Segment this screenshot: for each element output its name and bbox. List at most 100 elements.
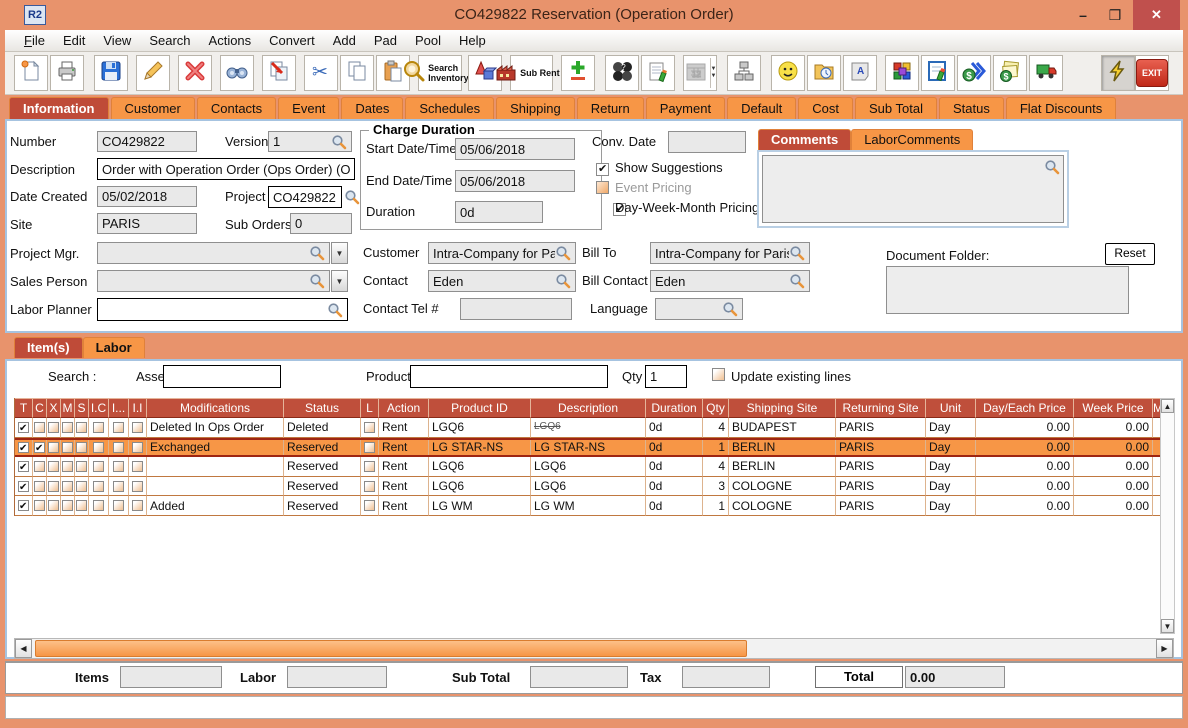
cell-idot[interactable] [109,437,129,458]
cell-shipping_site[interactable]: BERLIN [729,437,836,458]
cell-l[interactable] [361,457,379,477]
t-checkbox[interactable] [18,498,29,515]
cell-ii[interactable] [129,496,147,516]
ic-checkbox[interactable] [93,480,104,492]
cell-m[interactable] [61,476,75,497]
grid-row-4[interactable]: Reserved Rent LGQ6 LGQ6 0d 3 COLOGNE PARIS Day 0.… [15,476,1160,497]
cell-week_price[interactable]: 0.00 [1074,457,1153,477]
column-header-action[interactable]: Action [379,398,429,418]
cell-unit[interactable]: Day [926,496,976,516]
idot-checkbox[interactable] [113,460,124,472]
sales-person-field[interactable] [97,270,330,292]
cell-shipping_site[interactable]: COLOGNE [729,496,836,516]
save-button[interactable] [94,55,128,91]
project-mgr-field[interactable] [97,242,330,264]
folder-clock-button[interactable] [807,55,841,91]
column-header-qty[interactable]: Qty [703,398,729,418]
dropdown-arrows-icon[interactable]: ▼▼ [709,58,716,88]
cell-status[interactable]: Reserved [284,457,361,477]
cell-shipping_site[interactable]: COLOGNE [729,476,836,497]
column-header-day_price[interactable]: Day/Each Price [976,398,1074,418]
duration-field[interactable]: 0d [455,201,543,223]
cell-t[interactable] [15,418,33,438]
ii-checkbox[interactable] [132,500,143,512]
cell-month_price[interactable] [1153,457,1160,477]
start-date-field[interactable]: 05/06/2018 [455,138,575,160]
cell-product_id[interactable]: LG STAR-NS [429,437,531,458]
cell-idot[interactable] [109,476,129,497]
cell-qty[interactable]: 3 [703,476,729,497]
project-mgr-dropdown-button[interactable]: ▼ [331,242,348,264]
product-search-input[interactable] [410,365,608,388]
cell-week_price[interactable]: 0.00 [1074,418,1153,438]
ii-checkbox[interactable] [132,460,143,472]
language-field[interactable] [655,298,743,320]
cell-l[interactable] [361,476,379,497]
cell-duration[interactable]: 0d [646,457,703,477]
column-header-idot[interactable]: I... [109,398,129,418]
show-suggestions-checkbox[interactable] [596,162,609,177]
cell-day_price[interactable]: 0.00 [976,418,1074,438]
cell-c[interactable] [33,437,47,458]
column-header-returning_site[interactable]: Returning Site [836,398,926,418]
cell-t[interactable] [15,476,33,497]
scroll-up-icon[interactable]: ▲ [1161,399,1174,413]
date-created-field[interactable]: 05/02/2018 [97,186,197,207]
search-magnifier-icon[interactable] [331,134,347,150]
m-checkbox[interactable] [62,500,73,512]
cell-product_id[interactable]: LG WM [429,496,531,516]
cell-shipping_site[interactable]: BERLIN [729,457,836,477]
cell-x[interactable] [47,457,61,477]
tab-default[interactable]: Default [727,97,797,119]
cell-unit[interactable]: Day [926,457,976,477]
l-checkbox[interactable] [364,441,375,453]
cell-ic[interactable] [89,476,109,497]
column-header-m[interactable]: M [61,398,75,418]
column-header-duration[interactable]: Duration [646,398,703,418]
l-checkbox[interactable] [364,480,375,492]
cell-c[interactable] [33,496,47,516]
tab-customer[interactable]: Customer [110,97,195,119]
cell-s[interactable] [75,437,89,458]
cell-modifications[interactable]: Deleted In Ops Order [147,418,284,438]
column-header-x[interactable]: X [47,398,61,418]
color-blocks-button[interactable] [885,55,919,91]
query-balls-button[interactable]: ? [605,55,639,91]
cell-action[interactable]: Rent [379,457,429,477]
cell-month_price[interactable] [1153,438,1160,458]
notepad-pencil-button[interactable] [641,55,675,91]
truck-button[interactable] [1029,55,1063,91]
end-date-field[interactable]: 05/06/2018 [455,170,575,192]
m-checkbox[interactable] [62,460,73,472]
cell-returning_site[interactable]: PARIS [836,496,926,516]
document-folder-box[interactable] [886,266,1129,314]
cell-s[interactable] [75,418,89,438]
idot-checkbox[interactable] [113,500,124,512]
number-field[interactable]: CO429822 [97,131,197,152]
x-checkbox[interactable] [48,460,59,472]
cell-description[interactable]: LGQ6 [531,418,646,438]
reset-button[interactable]: Reset [1105,243,1155,265]
tab-laborcomments[interactable]: LaborComments [851,129,974,150]
new-document-button[interactable] [14,55,48,91]
c-checkbox[interactable] [34,440,45,457]
project-search-magnifier-icon[interactable] [344,189,360,205]
grid-row-5[interactable]: Added Reserved Rent LG WM LG WM 0d 1 COLOGNE PAR… [15,496,1160,516]
column-header-l[interactable]: L [361,398,379,418]
cell-c[interactable] [33,457,47,477]
cell-idot[interactable] [109,457,129,477]
description-field[interactable]: Order with Operation Order (Ops Order) (… [97,158,355,180]
sales-person-dropdown-button[interactable]: ▼ [331,270,348,292]
menu-view[interactable]: View [94,31,140,50]
s-checkbox[interactable] [76,421,87,433]
org-chart-button[interactable] [727,55,761,91]
s-checkbox[interactable] [76,460,87,472]
grid-row-3[interactable]: Reserved Rent LGQ6 LGQ6 0d 4 BERLIN PARIS Day 0.0… [15,457,1160,477]
cell-day_price[interactable]: 0.00 [976,457,1074,477]
tab-flat-discounts[interactable]: Flat Discounts [1005,97,1117,119]
column-header-shipping_site[interactable]: Shipping Site [729,398,836,418]
comments-textarea[interactable] [762,155,1064,223]
cell-week_price[interactable]: 0.00 [1074,496,1153,516]
cell-t[interactable] [15,457,33,477]
cell-month_price[interactable] [1153,418,1160,438]
